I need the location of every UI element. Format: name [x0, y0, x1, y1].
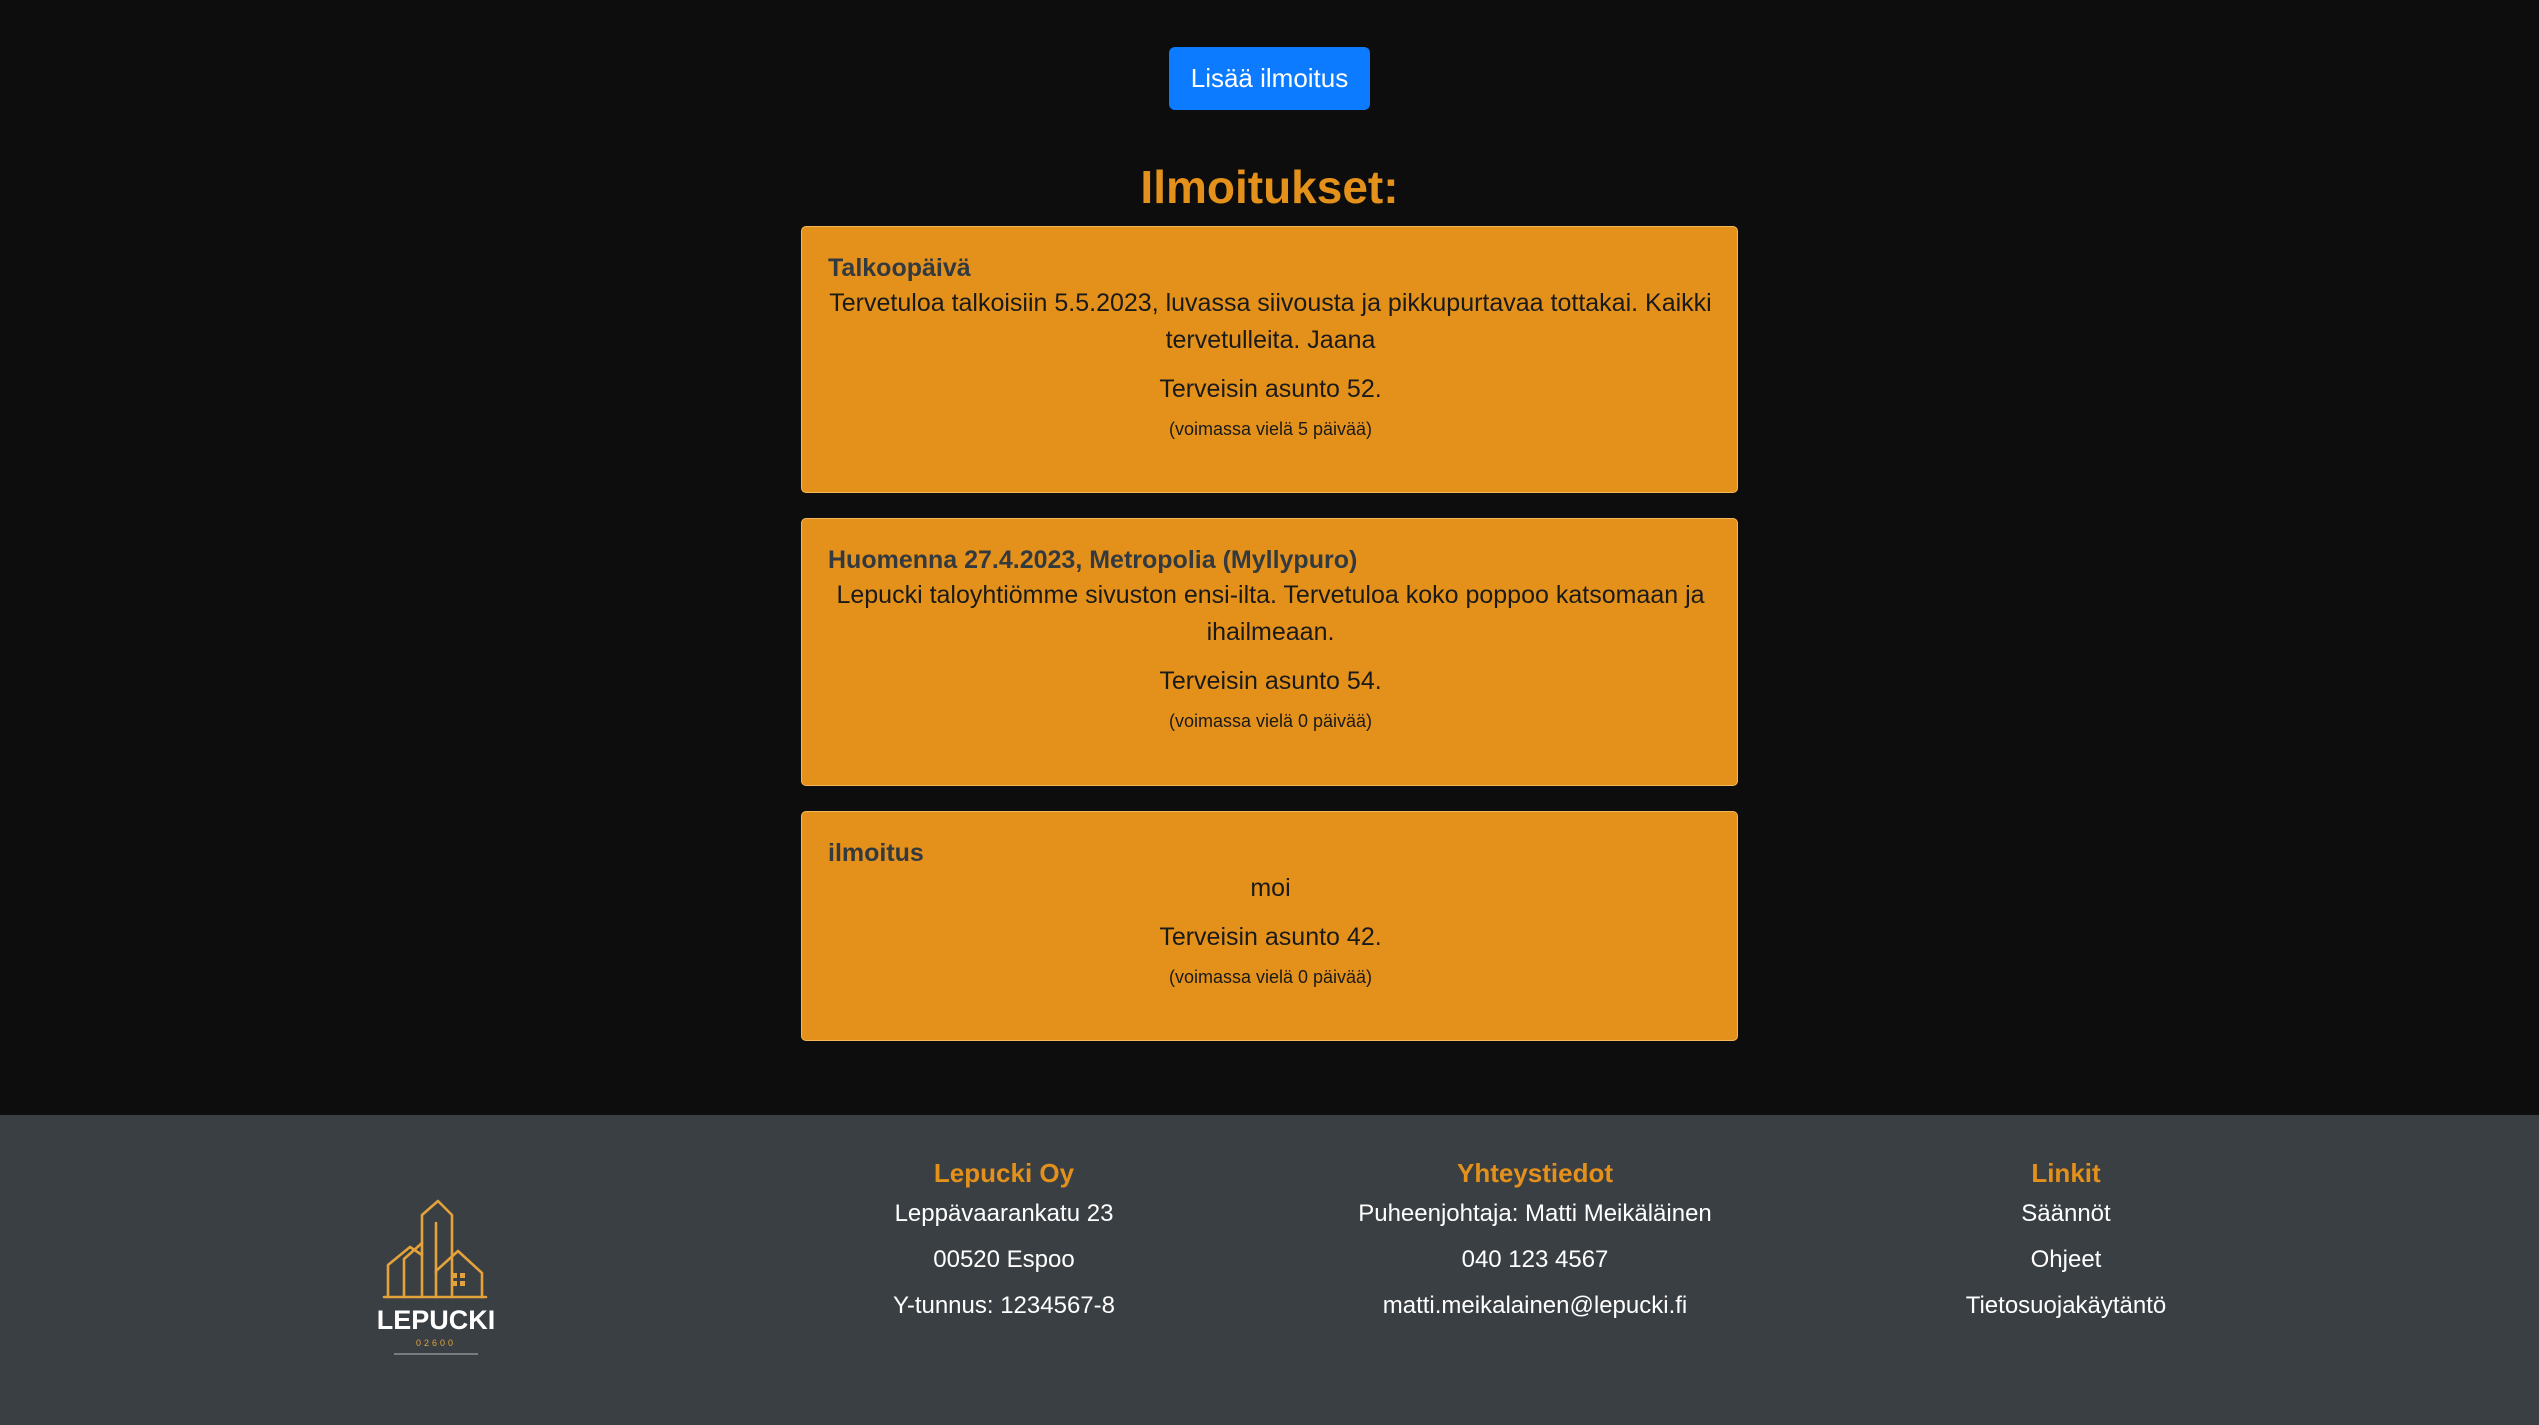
- notice-card: ilmoitus moi Terveisin asunto 42. (voima…: [801, 811, 1738, 1041]
- notice-title: Talkoopäivä: [828, 254, 971, 282]
- notice-signature: Terveisin asunto 54.: [1159, 667, 1382, 695]
- footer-contact-title: Yhteystiedot: [1456, 1158, 1614, 1188]
- footer-links-title: Linkit: [2031, 1158, 2101, 1188]
- footer-email[interactable]: matti.meikalainen@lepucki.fi: [1275, 1283, 1795, 1329]
- notice-card: Huomenna 27.4.2023, Metropolia (Myllypur…: [801, 518, 1738, 786]
- notice-validity: (voimassa vielä 5 päivää): [1168, 419, 1373, 439]
- footer-phone: 040 123 4567: [1461, 1246, 1609, 1273]
- footer-link-privacy[interactable]: Tietosuojakäytäntö: [1806, 1283, 2326, 1329]
- logo-postcode: 02600: [416, 1338, 456, 1348]
- footer-links: Linkit Säännöt Ohjeet Tietosuojakäytäntö: [1806, 1155, 2326, 1329]
- footer-business-id: Y-tunnus: 1234567-8: [893, 1292, 1115, 1319]
- notice-title: ilmoitus: [828, 839, 924, 867]
- notice-signature: Terveisin asunto 52.: [1159, 375, 1382, 403]
- notice-signature: Terveisin asunto 42.: [1159, 923, 1382, 951]
- logo-wordmark: LEPUCKI: [378, 1305, 495, 1335]
- footer-link-rules[interactable]: Säännöt: [1806, 1191, 2326, 1237]
- notice-validity: (voimassa vielä 0 päivää): [1168, 711, 1373, 731]
- main-content: Lisää ilmoitus Ilmoitukset: Talkoopäivä …: [0, 0, 2539, 1115]
- notice-body: moi: [1250, 874, 1291, 902]
- footer-company-title: Lepucki Oy: [933, 1158, 1075, 1188]
- footer-contact: Yhteystiedot Puheenjohtaja: Matti Meikäl…: [1275, 1155, 1795, 1329]
- building-logo-icon[interactable]: LEPUCKI 02600: [378, 1193, 500, 1365]
- footer-address-street: Leppävaarankatu 23: [894, 1200, 1114, 1227]
- add-notice-button[interactable]: Lisää ilmoitus: [1169, 47, 1370, 110]
- footer-address-city: 00520 Espoo: [933, 1246, 1075, 1273]
- notice-title: Huomenna 27.4.2023, Metropolia (Myllypur…: [828, 546, 1358, 574]
- notice-card: Talkoopäivä Tervetuloa talkoisiin 5.5.20…: [801, 226, 1738, 493]
- site-footer: LEPUCKI 02600 Lepucki Oy Leppävaarankatu…: [0, 1115, 2539, 1425]
- footer-company: Lepucki Oy Leppävaarankatu 23 00520 Espo…: [744, 1155, 1264, 1329]
- notice-validity: (voimassa vielä 0 päivää): [1168, 967, 1373, 987]
- notice-body: Tervetuloa talkoisiin 5.5.2023, luvassa …: [829, 289, 1712, 354]
- footer-chairman: Puheenjohtaja: Matti Meikäläinen: [1358, 1200, 1712, 1227]
- notice-body: Lepucki taloyhtiömme sivuston ensi-ilta.…: [836, 581, 1705, 646]
- footer-link-instructions[interactable]: Ohjeet: [1806, 1237, 2326, 1283]
- page-title: Ilmoitukset:: [1140, 161, 1399, 213]
